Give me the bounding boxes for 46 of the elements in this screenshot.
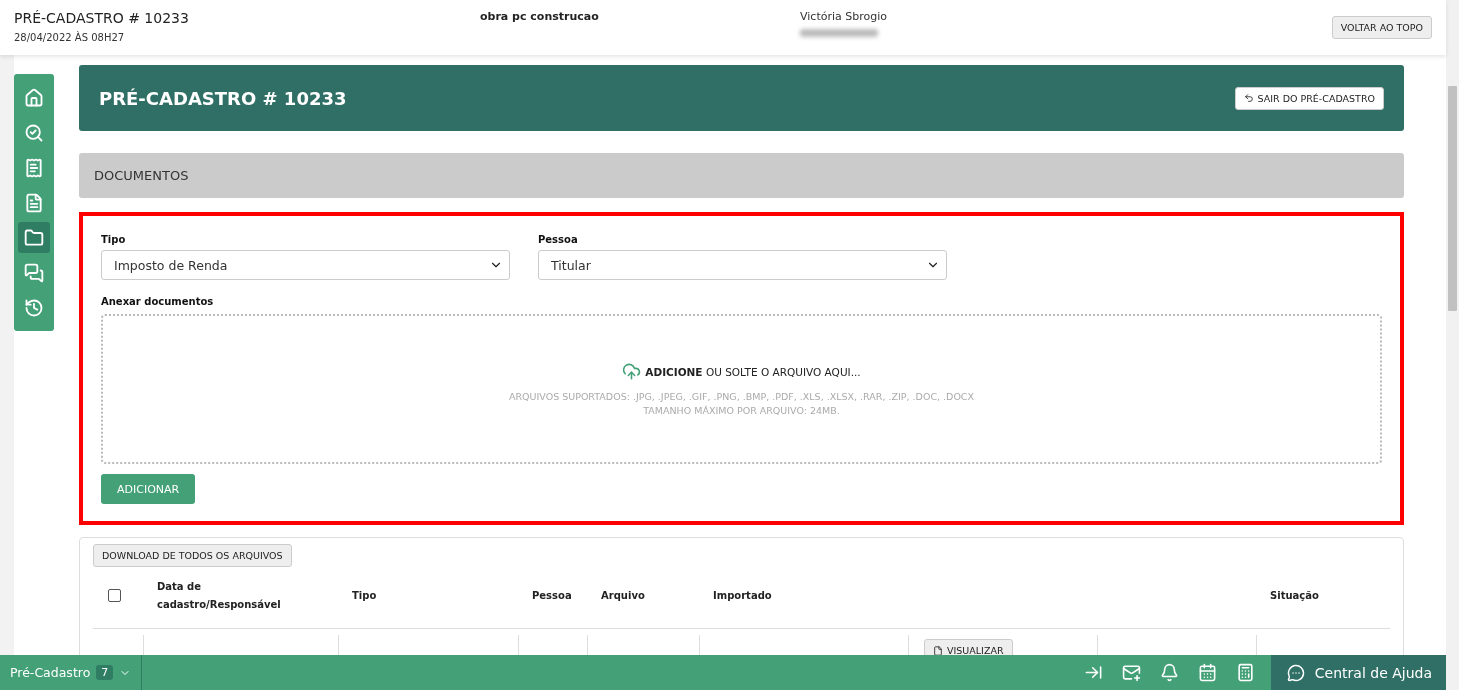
- column-header: Tipo: [351, 588, 378, 603]
- formats-text: ARQUIVOS SUPORTADOS: .JPG, .JPEG, .GIF, .PNG, .BMP, .PDF, .XLS, .XLSX, .RAR, .ZIP, .DOC, .DOCX: [509, 391, 974, 402]
- column-header: Situação: [1269, 588, 1320, 603]
- record-date: 28/04/2022 ÀS 08H27: [14, 32, 126, 43]
- document-icon: [24, 192, 44, 213]
- exit-icon[interactable]: [1084, 663, 1104, 682]
- count-badge: 7: [96, 665, 114, 680]
- checkbox[interactable]: [108, 589, 121, 603]
- drop-zone[interactable]: ADICIONE OU SOLTE O ARQUIVO AQUI... ARQUIVOS SUPORTADOS: .JPG, .JPEG, .GIF, .PNG, .BMP, .PDF, .XLS, .XLSX, .RAR, .ZIP, .DOC, .DOCX TAMANHO MÁXIMO POR ARQUIVO: 24MB.: [101, 314, 1382, 464]
- size-text: TAMANHO MÁXIMO POR ARQUIVO: 24MB.: [643, 405, 840, 416]
- calculator-icon[interactable]: [1236, 663, 1256, 682]
- section-header: DOCUMENTOS: [79, 153, 1404, 198]
- type-select[interactable]: Imposto de Renda: [101, 250, 510, 280]
- upload-icon: [622, 362, 642, 381]
- mail-icon[interactable]: [1122, 663, 1142, 682]
- file-icon: [933, 645, 943, 655]
- exit-button[interactable]: SAIR DO PRÉ-CADASTRO: [1234, 86, 1384, 110]
- field-label: Tipo: [101, 234, 127, 245]
- person-select[interactable]: Titular: [538, 250, 947, 280]
- help-button[interactable]: Central de Ajuda: [1270, 655, 1446, 690]
- download-all-button[interactable]: DOWNLOAD DE TODOS OS ARQUIVOS: [93, 544, 292, 567]
- scrollbar[interactable]: [1446, 0, 1459, 690]
- module-menu[interactable]: Pré-Cadastro 7: [0, 655, 143, 690]
- folder-icon: [24, 227, 44, 248]
- chat-icon: [1286, 663, 1305, 682]
- field-label: Pessoa: [538, 234, 579, 245]
- bell-icon[interactable]: [1160, 663, 1180, 682]
- drop-text: ADICIONE OU SOLTE O ARQUIVO AQUI...: [645, 365, 861, 378]
- column-header: Data de cadastro/Responsável: [156, 579, 282, 612]
- undo-icon: [1243, 93, 1254, 103]
- user-name: Victória Sbrogio: [800, 10, 888, 23]
- history-icon: [24, 297, 44, 318]
- field-label: Anexar documentos: [101, 296, 214, 307]
- back-to-top-button[interactable]: VOLTAR AO TOPO: [1331, 16, 1432, 39]
- sidebar-item[interactable]: [18, 222, 50, 253]
- column-header: Importado: [712, 588, 773, 603]
- project-name: obra pc construcao: [480, 10, 600, 23]
- calendar-icon[interactable]: [1198, 663, 1218, 682]
- record-title: PRÉ-CADASTRO # 10233: [14, 10, 190, 26]
- banner-title: PRÉ-CADASTRO # 10233: [99, 87, 347, 109]
- home-icon: [24, 87, 44, 108]
- column-header: Arquivo: [600, 588, 646, 603]
- view-button[interactable]: VISUALIZAR: [924, 639, 1013, 655]
- chat-icon: [24, 262, 44, 283]
- column-header: Pessoa: [531, 588, 573, 603]
- invoice-icon: [24, 157, 44, 178]
